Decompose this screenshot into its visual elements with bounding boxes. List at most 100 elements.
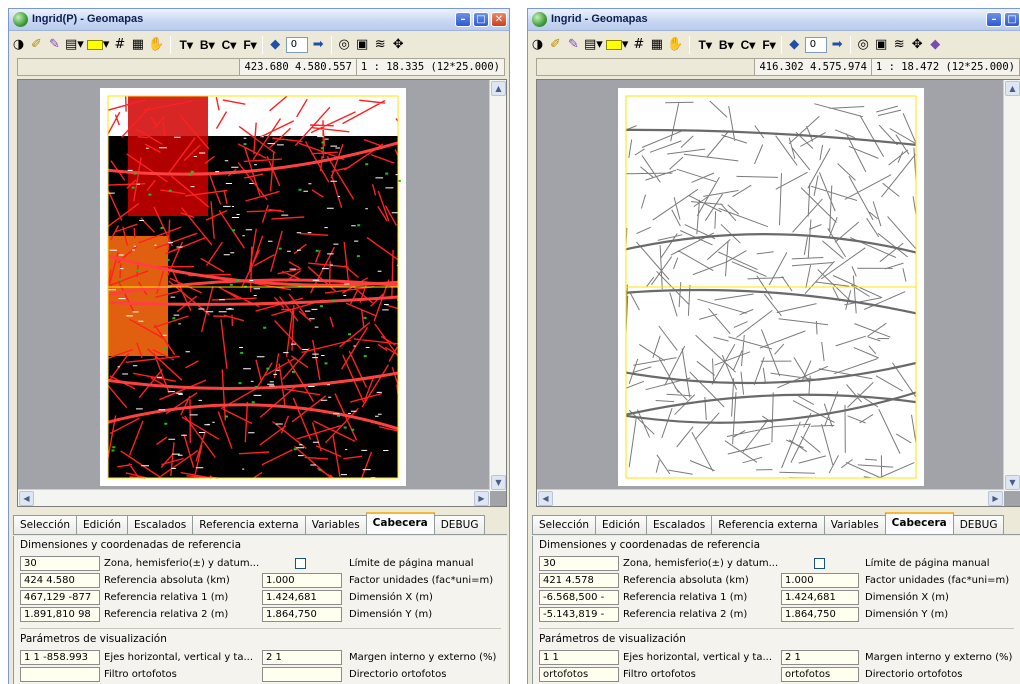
map-viewport[interactable]: ▲ ▼ ◀ ▶ [536, 79, 1020, 507]
layers-dropdown-icon[interactable]: ▤▾ [65, 36, 84, 54]
ref-absoluta-field[interactable]: 421 4.578 [539, 573, 619, 588]
c-menu-button[interactable]: C▾ [741, 38, 756, 52]
vertical-scrollbar[interactable]: ▲ ▼ [1003, 80, 1020, 491]
limite-checkbox[interactable] [295, 558, 306, 569]
t-menu-button[interactable]: T▾ [699, 38, 712, 52]
horizontal-scrollbar[interactable]: ◀ ▶ [537, 489, 1004, 506]
arrow-left-icon[interactable]: ◆ [787, 36, 802, 54]
close-button[interactable]: ✕ [491, 12, 507, 27]
ref-relativa1-field[interactable]: 467,129 -877 [20, 590, 100, 605]
section-parametros: Parámetros de visualización [539, 633, 686, 645]
calculator-icon[interactable]: ▣ [874, 36, 889, 54]
b-menu-button[interactable]: B▾ [200, 38, 215, 52]
title-bar[interactable]: Ingrid(P) - Geomapas – □ ✕ [9, 9, 509, 31]
contrast-icon[interactable]: ◑ [11, 36, 26, 54]
maximize-button[interactable]: □ [1004, 12, 1020, 27]
tab-referencia-externa[interactable]: Referencia externa [192, 515, 306, 534]
ejes-field[interactable]: 1 1 [539, 650, 619, 665]
scroll-right-icon[interactable]: ▶ [474, 491, 489, 506]
tab-referencia-externa[interactable]: Referencia externa [711, 515, 825, 534]
document-icon[interactable]: ▦ [130, 36, 145, 54]
tab-escalados[interactable]: Escalados [127, 515, 194, 534]
scroll-right-icon[interactable]: ▶ [988, 491, 1003, 506]
f-menu-button[interactable]: F▾ [762, 38, 775, 52]
margen-label: Margen interno y externo (%) [349, 652, 497, 663]
zona-field[interactable]: 30 [539, 556, 619, 571]
map-viewport[interactable]: ▲ ▼ ◀ ▶ [17, 79, 507, 507]
f-menu-button[interactable]: F▾ [243, 38, 256, 52]
dimension-x-field[interactable]: 1.424,681 [781, 590, 859, 605]
vertical-scrollbar[interactable]: ▲ ▼ [489, 80, 506, 491]
scroll-down-icon[interactable]: ▼ [1005, 475, 1020, 490]
filtro-field[interactable]: ortofotos [539, 667, 619, 682]
ref-absoluta-field[interactable]: 424 4.580 [20, 573, 100, 588]
c-menu-button[interactable]: C▾ [222, 38, 237, 52]
layers-icon[interactable]: ≋ [373, 36, 388, 54]
move-icon[interactable]: ✥ [391, 36, 406, 54]
zona-field[interactable]: 30 [20, 556, 100, 571]
select-icon[interactable]: ✐ [548, 36, 563, 54]
directorio-field[interactable] [262, 667, 342, 682]
tab-edicion[interactable]: Edición [76, 515, 129, 534]
tab-seleccion[interactable]: Selección [532, 515, 597, 534]
page-spinner[interactable]: 0 [804, 37, 827, 53]
layers-icon[interactable]: ≋ [892, 36, 907, 54]
color-picker[interactable]: ▾ [605, 36, 628, 54]
dimension-y-field[interactable]: 1.864,750 [781, 607, 859, 622]
calculator-icon[interactable]: ▣ [355, 36, 370, 54]
title-bar[interactable]: Ingrid - Geomapas – □ ✕ [528, 9, 1020, 31]
dimension-y-field[interactable]: 1.864,750 [262, 607, 342, 622]
edit-icon[interactable]: ✎ [566, 36, 581, 54]
arrow-right-icon[interactable]: ➡ [830, 36, 845, 54]
arrow-right-icon[interactable]: ➡ [311, 36, 326, 54]
minimize-button[interactable]: – [455, 12, 471, 27]
tab-edicion[interactable]: Edición [595, 515, 648, 534]
scroll-up-icon[interactable]: ▲ [491, 81, 506, 96]
tab-cabecera[interactable]: Cabecera [365, 512, 435, 534]
directorio-field[interactable]: ortofotos [781, 667, 859, 682]
ref-relativa2-field[interactable]: -5.143,819 - [539, 607, 619, 622]
limite-checkbox[interactable] [814, 558, 825, 569]
grid-icon[interactable]: # [631, 36, 646, 54]
maximize-button[interactable]: □ [473, 12, 489, 27]
margen-field[interactable]: 2 1 [262, 650, 342, 665]
layers-dropdown-icon[interactable]: ▤▾ [584, 36, 603, 54]
page-spinner[interactable]: 0 [285, 37, 308, 53]
tab-debug[interactable]: DEBUG [952, 515, 1005, 534]
tab-variables[interactable]: Variables [304, 515, 367, 534]
margen-field[interactable]: 2 1 [781, 650, 859, 665]
ref-relativa2-field[interactable]: 1.891,810 98 [20, 607, 100, 622]
scroll-down-icon[interactable]: ▼ [491, 475, 506, 490]
document-icon[interactable]: ▦ [649, 36, 664, 54]
color-picker[interactable]: ▾ [86, 36, 109, 54]
b-menu-button[interactable]: B▾ [719, 38, 734, 52]
tab-seleccion[interactable]: Selección [13, 515, 78, 534]
dimension-x-field[interactable]: 1.424,681 [262, 590, 342, 605]
select-icon[interactable]: ✐ [29, 36, 44, 54]
contrast-icon[interactable]: ◑ [530, 36, 545, 54]
scroll-left-icon[interactable]: ◀ [19, 491, 34, 506]
scroll-left-icon[interactable]: ◀ [538, 491, 553, 506]
eraser-icon[interactable]: ◆ [928, 36, 943, 54]
zoom-icon[interactable]: ◎ [856, 36, 871, 54]
pan-hand-icon[interactable]: ✋ [148, 36, 164, 54]
pan-hand-icon[interactable]: ✋ [667, 36, 683, 54]
edit-icon[interactable]: ✎ [47, 36, 62, 54]
factor-unidades-field[interactable]: 1.000 [781, 573, 859, 588]
factor-unidades-field[interactable]: 1.000 [262, 573, 342, 588]
move-icon[interactable]: ✥ [910, 36, 925, 54]
tab-cabecera[interactable]: Cabecera [884, 512, 954, 534]
tab-debug[interactable]: DEBUG [433, 515, 486, 534]
grid-icon[interactable]: # [112, 36, 127, 54]
scroll-up-icon[interactable]: ▲ [1005, 81, 1020, 96]
zoom-icon[interactable]: ◎ [337, 36, 352, 54]
tab-variables[interactable]: Variables [823, 515, 886, 534]
tab-escalados[interactable]: Escalados [646, 515, 713, 534]
t-menu-button[interactable]: T▾ [180, 38, 193, 52]
filtro-field[interactable] [20, 667, 100, 682]
ejes-field[interactable]: 1 1 -858.993 [20, 650, 100, 665]
ref-relativa1-field[interactable]: -6.568,500 - [539, 590, 619, 605]
horizontal-scrollbar[interactable]: ◀ ▶ [18, 489, 490, 506]
minimize-button[interactable]: – [986, 12, 1002, 27]
arrow-left-icon[interactable]: ◆ [268, 36, 283, 54]
